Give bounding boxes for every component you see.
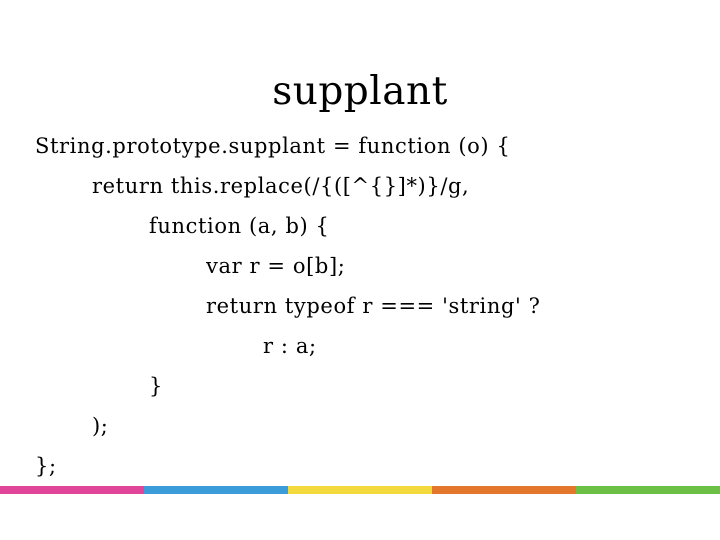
code-line: r : a; xyxy=(263,334,317,358)
code-line: } xyxy=(149,374,163,398)
code-line: var r = o[b]; xyxy=(206,254,346,278)
page-title: supplant xyxy=(272,69,448,115)
code-block: String.prototype.supplant = function (o)… xyxy=(0,126,720,486)
footer-space xyxy=(0,494,720,540)
accent-segment-orange xyxy=(432,486,576,494)
accent-segment-yellow xyxy=(288,486,432,494)
accent-segment-blue xyxy=(144,486,288,494)
slide: supplant String.prototype.supplant = fun… xyxy=(0,0,720,540)
code-line: return typeof r === 'string' ? xyxy=(206,294,541,318)
accent-segment-green xyxy=(576,486,720,494)
code-line: }; xyxy=(35,454,57,478)
code-line: return this.replace(/{([^{}]*)}/g, xyxy=(92,174,470,198)
code-line: ); xyxy=(92,414,109,438)
accent-segment-magenta xyxy=(0,486,144,494)
accent-bar xyxy=(0,486,720,494)
code-line: String.prototype.supplant = function (o)… xyxy=(35,134,511,158)
code-line: function (a, b) { xyxy=(149,214,330,238)
